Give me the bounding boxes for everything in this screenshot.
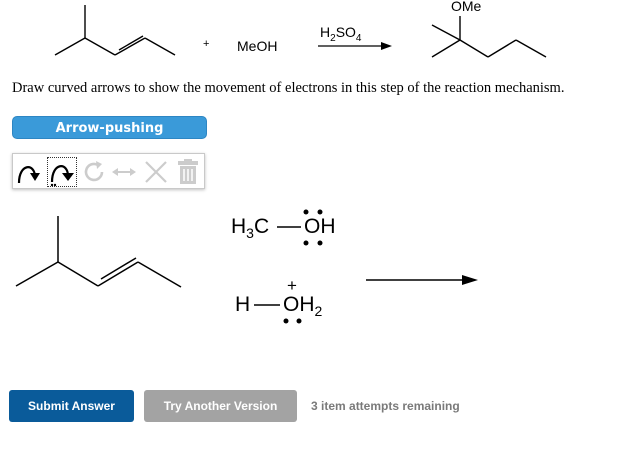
- workspace-reaction-arrow: [366, 275, 478, 285]
- try-another-version-button[interactable]: Try Another Version: [144, 390, 297, 422]
- submit-answer-button[interactable]: Submit Answer: [9, 390, 134, 422]
- attempts-remaining-text: 3 item attempts remaining: [311, 399, 460, 413]
